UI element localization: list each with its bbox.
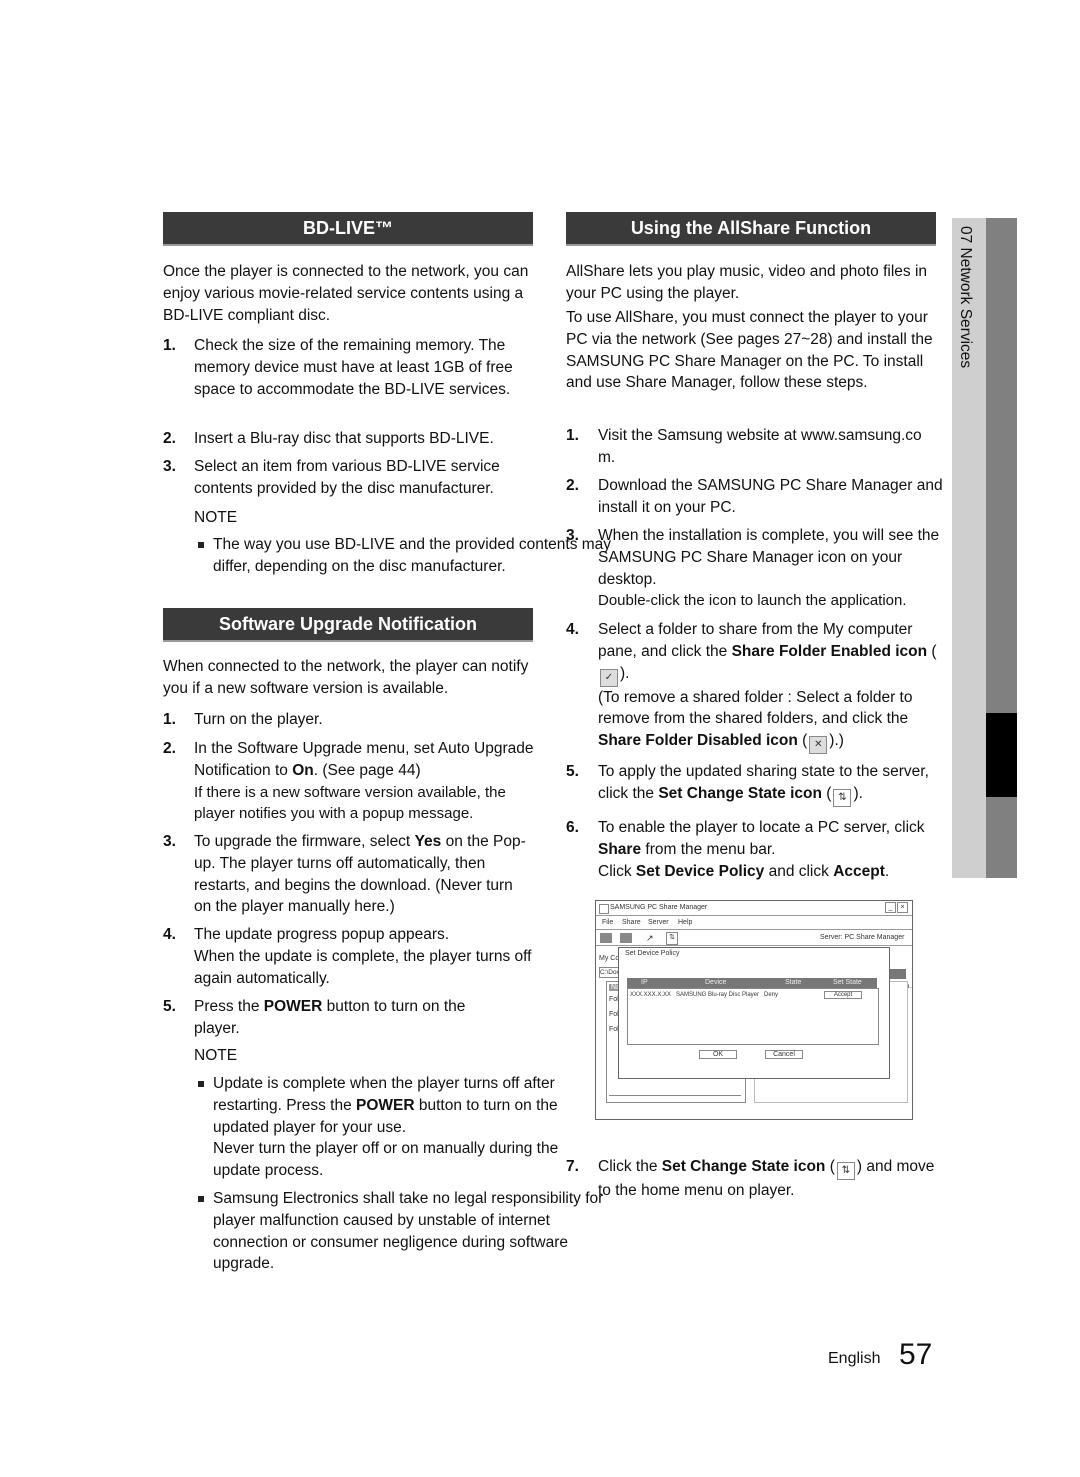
allshare-intro-2: To use AllShare, you must connect the pl… (566, 309, 933, 392)
allshare-step-5: To apply the updated sharing state to th… (598, 761, 948, 807)
share-folder-disabled-icon[interactable] (620, 933, 632, 943)
allshare-step-1: Visit the Samsung website at www.samsung… (598, 427, 922, 466)
refresh-icon[interactable]: ↗ (646, 933, 654, 944)
bd-live-step-2: Insert a Blu-ray disc that supports BD-L… (194, 430, 494, 447)
side-tab-indicator (986, 713, 1017, 797)
bd-live-note: The way you use BD-LIVE and the provided… (213, 536, 612, 575)
allshare-step-2: Download the SAMSUNG PC Share Manager an… (598, 477, 943, 516)
ok-button[interactable]: OK (699, 1050, 737, 1059)
allshare-step-4: Select a folder to share from the My com… (598, 619, 943, 755)
app-icon (599, 904, 609, 914)
close-button[interactable]: × (897, 902, 908, 913)
section-header-allshare: Using the AllShare Function (566, 212, 936, 246)
note-label: NOTE (194, 509, 238, 526)
upgrade-note-2: Samsung Electronics shall take no legal … (213, 1190, 604, 1273)
accept-button[interactable]: Accept (824, 991, 862, 999)
upgrade-step-3: To upgrade the firmware, select Yes on t… (194, 833, 526, 916)
step-number: 3. (163, 833, 176, 850)
upgrade-note-1: Update is complete when the player turns… (213, 1075, 559, 1180)
step-number: 1. (163, 337, 176, 354)
step-number: 1. (566, 427, 579, 444)
step-number: 7. (566, 1158, 579, 1175)
allshare-step-3: When the installation is complete, you w… (598, 527, 940, 610)
window-title: SAMSUNG PC Share Manager (610, 904, 708, 911)
dialog-header: IP Device State Set State (627, 978, 877, 988)
bullet-icon (198, 1081, 204, 1087)
upgrade-step-5: Press the POWER button to turn on the pl… (194, 998, 466, 1037)
section-header-software-upgrade: Software Upgrade Notification (163, 608, 533, 642)
menu-help[interactable]: Help (678, 919, 692, 926)
menu-file[interactable]: File (602, 919, 613, 926)
bullet-icon (198, 1196, 204, 1202)
dialog-device-list: XXX.XXX.X.XX SAMSUNG Blu-ray Disc Player… (627, 988, 879, 1045)
bullet-icon (198, 542, 204, 548)
upgrade-step-2: In the Software Upgrade menu, set Auto U… (194, 740, 534, 823)
set-change-state-icon: ⇅ (836, 1162, 855, 1180)
step-number: 3. (566, 527, 579, 544)
allshare-intro-1: AllShare lets you play music, video and … (566, 263, 928, 302)
menu-server[interactable]: Server (648, 919, 669, 926)
upgrade-step-4: The update progress popup appears. When t… (194, 926, 532, 987)
step-number: 5. (566, 763, 579, 780)
bd-live-step-3: Select an item from various BD-LIVE serv… (194, 458, 500, 497)
bd-live-step-1: Check the size of the remaining memory. … (194, 337, 513, 398)
share-folder-enabled-icon[interactable] (600, 933, 612, 943)
pc-share-manager-screenshot: SAMSUNG PC Share Manager _ × File Share … (595, 900, 913, 1120)
allshare-step-6: To enable the player to locate a PC serv… (598, 819, 925, 880)
share-folder-disabled-icon: ✕ (809, 736, 828, 755)
step-number: 4. (163, 926, 176, 943)
server-label: Server: PC Share Manager (820, 934, 905, 941)
upgrade-step-1: Turn on the player. (194, 711, 323, 728)
upgrade-intro: When connected to the network, the playe… (163, 658, 529, 697)
menu-share[interactable]: Share (622, 919, 641, 926)
step-number: 3. (163, 458, 176, 475)
share-folder-enabled-icon: ✓ (600, 668, 618, 687)
footer-language: English (828, 1350, 881, 1367)
minimize-button[interactable]: _ (885, 902, 896, 913)
device-ip: XXX.XXX.X.XX (630, 992, 672, 998)
dialog-title: Set Device Policy (625, 950, 680, 957)
allshare-step-7: Click the Set Change State icon (⇅) and … (598, 1158, 935, 1199)
note-label: NOTE (194, 1047, 238, 1064)
horizontal-scrollbar[interactable] (609, 1095, 741, 1102)
step-number: 6. (566, 819, 579, 836)
set-change-state-icon[interactable]: ⇅ (666, 932, 678, 945)
set-device-policy-dialog: Set Device Policy IP Device State Set St… (618, 947, 890, 1079)
bd-live-intro: Once the player is connected to the netw… (163, 263, 529, 324)
section-header-bd-live: BD-LIVE™ (163, 212, 533, 246)
page-number: 57 (899, 1338, 933, 1371)
cancel-button[interactable]: Cancel (765, 1050, 803, 1059)
step-number: 1. (163, 711, 176, 728)
step-number: 2. (163, 430, 176, 447)
step-number: 5. (163, 998, 176, 1015)
step-number: 2. (163, 740, 176, 757)
step-number: 2. (566, 477, 579, 494)
chapter-label: 07 Network Services (957, 226, 974, 369)
step-number: 4. (566, 621, 579, 638)
device-state: Deny (764, 992, 779, 998)
device-name: SAMSUNG Blu-ray Disc Player (676, 992, 760, 998)
set-change-state-icon: ⇅ (833, 788, 852, 807)
